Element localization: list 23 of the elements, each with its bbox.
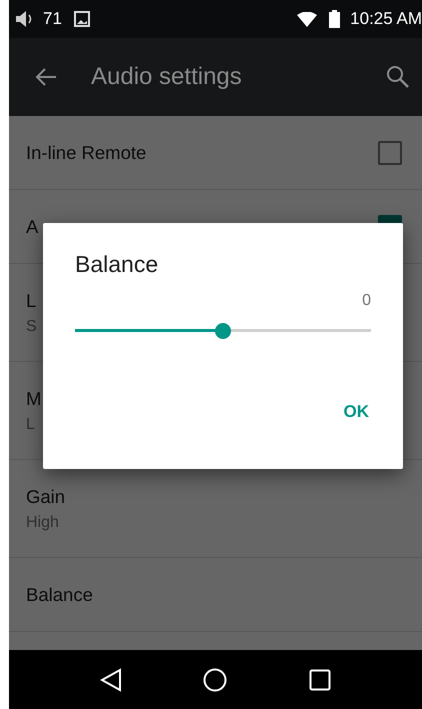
back-icon[interactable]	[100, 668, 122, 692]
setting-title: L	[26, 290, 36, 312]
search-icon[interactable]	[386, 65, 410, 89]
setting-title: In-line Remote	[26, 142, 146, 164]
wifi-icon	[297, 12, 318, 26]
battery-icon	[329, 10, 340, 28]
recents-icon[interactable]	[309, 668, 332, 690]
volume-level: 71	[43, 9, 62, 29]
image-icon	[74, 11, 90, 27]
balance-slider[interactable]	[75, 323, 371, 339]
screen-title: Audio settings	[91, 63, 243, 91]
slider-value: 0	[362, 292, 371, 310]
ok-button[interactable]: OK	[332, 394, 381, 430]
setting-title: A	[26, 216, 38, 238]
checkbox[interactable]	[378, 140, 402, 164]
slider-thumb[interactable]	[215, 323, 231, 339]
setting-title: Balance	[26, 584, 93, 606]
dialog-title: Balance	[75, 251, 158, 278]
setting-title: Gain	[26, 486, 66, 508]
back-arrow-icon[interactable]	[35, 66, 57, 88]
clock: 10:25 AM	[350, 9, 422, 29]
setting-title: M	[26, 388, 42, 410]
home-icon[interactable]	[203, 668, 228, 692]
